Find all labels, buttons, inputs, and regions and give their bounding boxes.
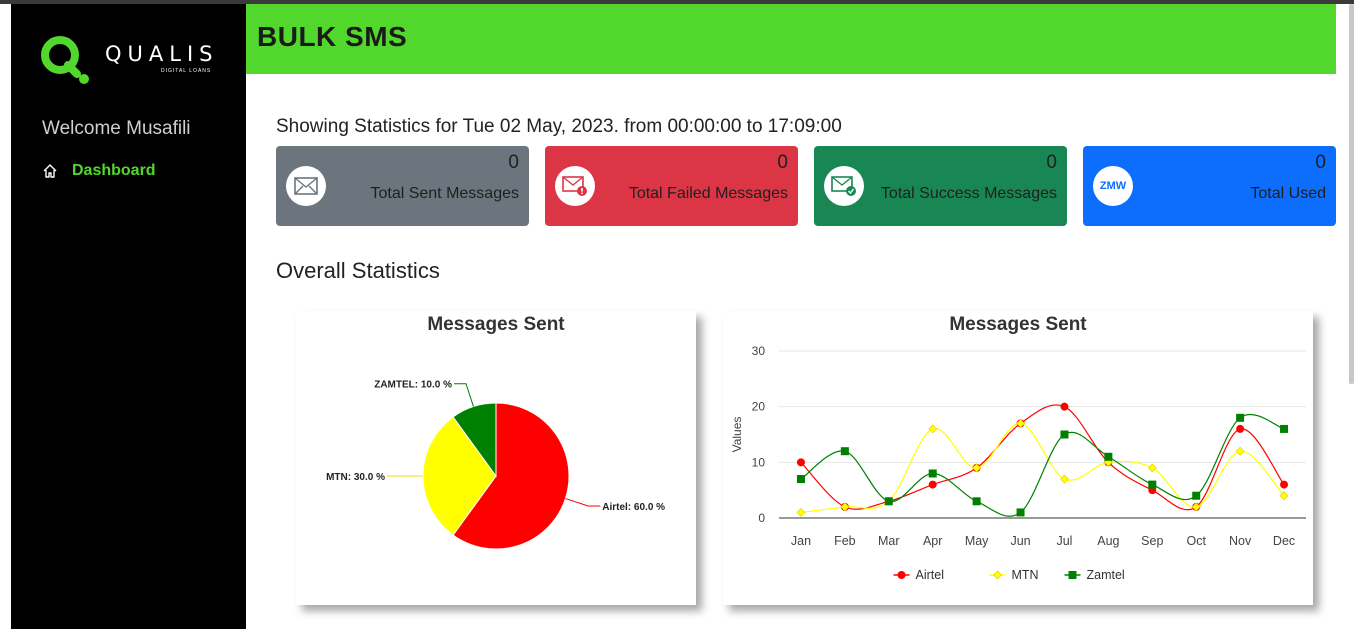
data-point-airtel (1060, 402, 1069, 411)
y-tick-label: 0 (758, 511, 765, 525)
series-airtel (796, 402, 1289, 511)
x-tick-label: Nov (1229, 534, 1252, 548)
total-used-value: 0 (1315, 152, 1326, 173)
data-point-airtel (1236, 424, 1245, 433)
sidebar-item-label: Dashboard (72, 162, 156, 179)
data-point-zamtel (1192, 491, 1201, 500)
total-used-card[interactable]: ZMW 0 Total Used (1083, 146, 1336, 226)
x-tick-label: Mar (878, 534, 900, 548)
pie-data-label: MTN: 30.0 % (326, 472, 385, 483)
total-failed-value: 0 (777, 152, 788, 173)
x-tick-label: Sep (1141, 534, 1163, 548)
legend-label: Zamtel (1087, 568, 1125, 582)
envelope-check-icon (824, 166, 864, 206)
sidebar: QUALIS DIGITAL LOANS Welcome Musafili Da… (11, 4, 246, 629)
data-point-zamtel (796, 475, 805, 484)
legend-swatch-marker (897, 571, 906, 579)
line-chart[interactable]: 0 10 20 30 Values Jan Feb Mar Apr May Jun Jul Aug Sep… (723, 311, 1313, 605)
series-line-zamtel (800, 413, 1285, 517)
pie-chart-panel: Messages Sent Airtel: 60.0 % MTN: 30.0 % Z… (296, 311, 696, 605)
total-success-value: 0 (1046, 152, 1057, 173)
line-chart-panel: Messages Sent 0 10 20 30 Values Jan Feb Mar Apr M… (723, 311, 1313, 605)
left-edge (0, 4, 11, 629)
y-tick-label: 10 (752, 455, 766, 469)
x-tick-label: Oct (1186, 534, 1206, 548)
legend-label: Airtel (916, 568, 944, 582)
total-sent-value: 0 (508, 152, 519, 173)
data-point-zamtel (1104, 452, 1113, 461)
data-point-mtn (1060, 474, 1069, 484)
legend-item-airtel[interactable]: Airtel (893, 568, 944, 582)
total-failed-card[interactable]: 0 Total Failed Messages (545, 146, 798, 226)
series-zamtel (796, 413, 1289, 517)
welcome-text: Welcome Musafili (42, 118, 191, 139)
legend-label: MTN (1012, 568, 1039, 582)
series-line-airtel (800, 404, 1285, 511)
pie-data-label: ZAMTEL: 10.0 % (374, 380, 452, 391)
pie-data-label: Airtel: 60.0 % (602, 502, 665, 513)
data-point-zamtel (1016, 508, 1025, 517)
data-point-zamtel (1148, 480, 1157, 489)
pie-label-connector (565, 498, 601, 507)
y-axis-label: Values (730, 417, 744, 453)
total-sent-label: Total Sent Messages (370, 185, 519, 202)
data-point-zamtel (972, 497, 981, 506)
scrollbar[interactable] (1349, 4, 1354, 384)
total-success-label: Total Success Messages (880, 185, 1057, 202)
envelope-icon (286, 166, 326, 206)
page-title: BULK SMS (257, 21, 408, 52)
data-point-zamtel (1280, 424, 1289, 433)
x-tick-label: Jan (791, 534, 811, 548)
data-point-mtn (928, 424, 938, 434)
legend-swatch-marker (1068, 571, 1077, 579)
x-tick-label: Aug (1097, 534, 1119, 548)
series-mtn (796, 418, 1289, 517)
x-tick-label: Jul (1056, 534, 1072, 548)
home-icon (43, 164, 57, 178)
statistics-range-text: Showing Statistics for Tue 02 May, 2023.… (276, 116, 842, 137)
x-tick-label: Dec (1273, 534, 1295, 548)
data-point-mtn (1147, 463, 1157, 473)
data-point-zamtel (884, 497, 893, 506)
y-tick-label: 30 (752, 344, 766, 358)
brand-name: QUALIS (105, 42, 219, 66)
overall-statistics-heading: Overall Statistics (276, 258, 440, 283)
total-failed-label: Total Failed Messages (628, 185, 788, 202)
data-point-airtel (928, 480, 937, 489)
data-point-mtn (1235, 446, 1245, 456)
page-header: BULK SMS (246, 4, 1336, 74)
brand-tagline: DIGITAL LOANS (161, 68, 212, 74)
x-tick-label: Jun (1010, 534, 1030, 548)
series-line-mtn (800, 422, 1285, 514)
total-used-label: Total Used (1250, 185, 1326, 202)
total-success-card[interactable]: 0 Total Success Messages (814, 146, 1067, 226)
envelope-error-icon (555, 166, 595, 206)
y-tick-label: 20 (752, 400, 766, 414)
data-point-airtel (796, 458, 805, 467)
total-sent-card[interactable]: 0 Total Sent Messages (276, 146, 529, 226)
data-point-zamtel (1236, 413, 1245, 422)
sidebar-item-dashboard[interactable]: Dashboard (42, 162, 156, 180)
currency-icon: ZMW (1093, 166, 1133, 206)
data-point-zamtel (928, 469, 937, 478)
brand-logo[interactable]: QUALIS DIGITAL LOANS (41, 32, 221, 88)
qualis-logo-icon (41, 36, 89, 84)
data-point-zamtel (840, 447, 849, 456)
x-tick-label: Apr (923, 534, 942, 548)
data-point-zamtel (1060, 430, 1069, 439)
legend-item-zamtel[interactable]: Zamtel (1064, 568, 1125, 582)
data-point-airtel (1280, 480, 1289, 489)
data-point-mtn (796, 508, 806, 517)
pie-label-connector (454, 383, 474, 407)
pie-chart[interactable]: Airtel: 60.0 % MTN: 30.0 % ZAMTEL: 10.0 % (296, 311, 696, 605)
currency-code: ZMW (1099, 180, 1127, 192)
x-tick-label: Feb (834, 534, 856, 548)
legend-item-mtn[interactable]: MTN (989, 568, 1039, 582)
legend-swatch-marker (993, 570, 1002, 580)
x-tick-label: May (965, 534, 989, 548)
